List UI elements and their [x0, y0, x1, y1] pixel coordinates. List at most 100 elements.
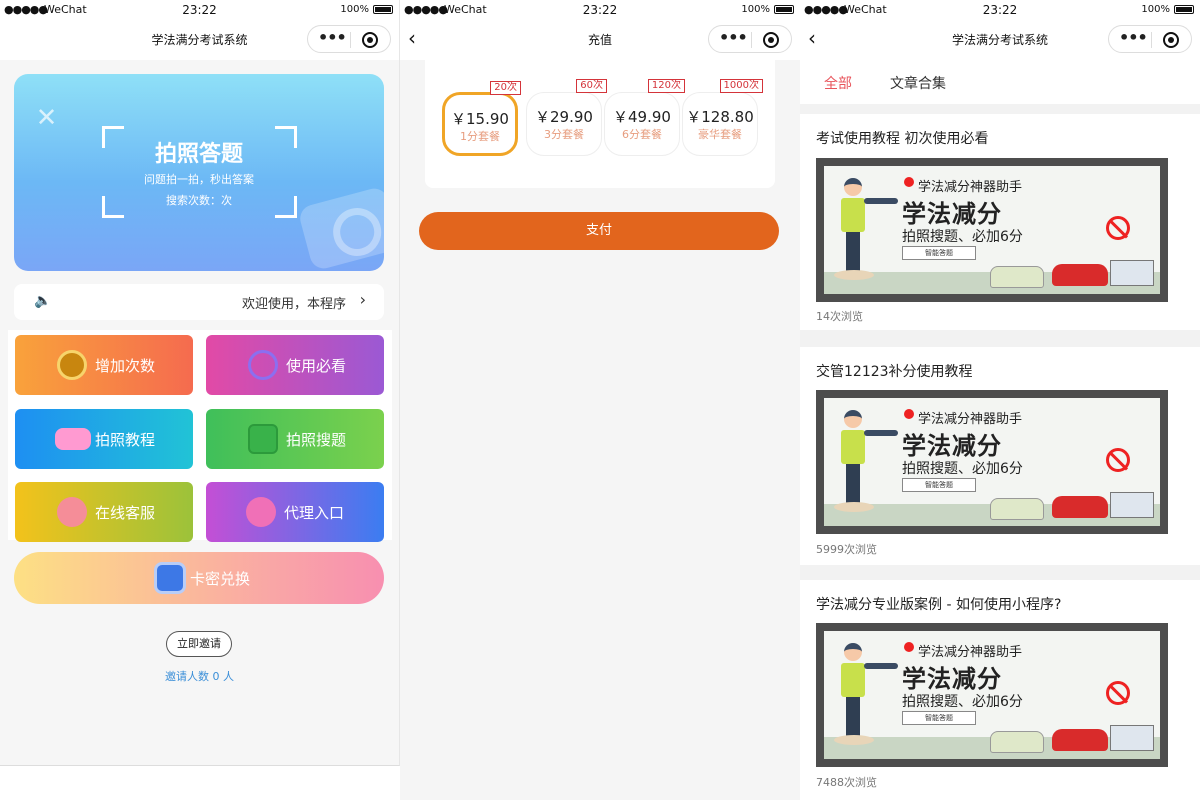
card-icon: [154, 562, 186, 594]
hero-title: 拍照答题: [154, 142, 243, 167]
banner-line3: 拍照搜题、必加6分: [902, 694, 1023, 710]
tile-label: 代理入口: [284, 504, 345, 522]
add-count-button[interactable]: 增加次数: [15, 335, 193, 395]
feature-grid: 增加次数 使用必看 拍照教程 拍照搜题 在线客服 代理入口: [8, 330, 392, 542]
police-arm: [864, 663, 898, 669]
traffic-police-icon: [834, 178, 874, 280]
status-bar: ●●●●● WeChat 23:22 100%: [0, 0, 399, 20]
battery-label: 100%: [1141, 4, 1170, 15]
banner-background: 学法减分神器助手 学法减分 拍照搜题、必加6分 智能答题: [824, 166, 1160, 294]
police-head: [844, 410, 862, 428]
more-icon[interactable]: •••: [719, 28, 748, 47]
nav-bar: ‹ 充值 •••: [400, 20, 800, 60]
banner-background: 学法减分神器助手 学法减分 拍照搜题、必加6分 智能答题: [824, 631, 1160, 759]
car-icon: [1052, 264, 1108, 286]
police-legs: [846, 697, 860, 737]
plus-decoration-icon: +: [25, 95, 68, 138]
article-card[interactable]: 交管12123补分使用教程 学法减分神器助手 学法减分 拍照搜题、必加6分 智能…: [800, 347, 1200, 565]
photo-answer-banner[interactable]: + 拍照答题 问题拍一拍，秒出答案 搜索次数：次: [14, 74, 384, 271]
photo-tutorial-button[interactable]: 拍照教程: [15, 409, 193, 469]
car-icon: [990, 498, 1044, 520]
package-option[interactable]: 1000次 ￥128.80 豪华套餐: [682, 79, 763, 156]
car-icon: [1052, 729, 1108, 751]
close-target-icon[interactable]: [1163, 32, 1179, 48]
article-banner-image: 学法减分神器助手 学法减分 拍照搜题、必加6分 智能答题: [816, 158, 1168, 302]
siren-icon: [904, 409, 914, 419]
invite-button[interactable]: 立即邀请: [166, 631, 232, 657]
redeem-label: 卡密兑换: [190, 570, 251, 588]
police-arm: [864, 198, 898, 204]
package-option[interactable]: 20次 ￥15.90 1分套餐: [442, 81, 521, 156]
article-card[interactable]: 考试使用教程 初次使用必看 学法减分神器助手 学法减分 拍照搜题、必加6分 智能…: [800, 114, 1200, 330]
battery-icon: [1174, 5, 1194, 14]
package-name: 3分套餐: [544, 128, 584, 141]
police-podium: [834, 270, 874, 280]
more-icon[interactable]: •••: [1119, 28, 1148, 47]
coin-icon: [57, 350, 87, 380]
photo-search-button[interactable]: 拍照搜题: [206, 409, 384, 469]
miniprogram-capsule: •••: [1108, 25, 1192, 53]
close-target-icon[interactable]: [763, 32, 779, 48]
no-phone-sign-icon: [1106, 681, 1130, 705]
car-icon: [55, 428, 91, 450]
police-podium: [834, 502, 874, 512]
agent-icon: [246, 497, 276, 527]
police-legs: [846, 464, 860, 504]
recharge-screen: ●●●●● WeChat 23:22 100% ‹ 充值 ••• 20次 ￥15…: [400, 0, 800, 800]
tab-all[interactable]: 全部: [824, 73, 852, 93]
articles-screen: ●●●●● WeChat 23:22 100% ‹ 学法满分考试系统 ••• 全…: [800, 0, 1200, 800]
article-views: 7488次浏览: [816, 776, 877, 789]
package-name: 6分套餐: [622, 128, 662, 141]
package-option[interactable]: 120次 ￥49.90 6分套餐: [604, 79, 685, 156]
truck-icon: [1110, 260, 1154, 286]
home-body: + 拍照答题 问题拍一拍，秒出答案 搜索次数：次 🔈 欢迎使用，本程序 › 增加…: [0, 60, 399, 765]
banner-button: 智能答题: [902, 478, 976, 492]
battery-label: 100%: [741, 4, 770, 15]
search-count: 搜索次数：次: [166, 194, 232, 207]
banner-line3: 拍照搜题、必加6分: [902, 461, 1023, 477]
traffic-police-icon: [834, 643, 874, 745]
pay-button[interactable]: 支付: [419, 212, 779, 250]
package-name: 1分套餐: [460, 130, 500, 143]
banner-line1: 学法减分神器助手: [918, 180, 1023, 195]
play-icon: [248, 350, 278, 380]
tile-label: 在线客服: [95, 504, 156, 522]
tile-label: 使用必看: [286, 357, 347, 375]
battery-icon: [774, 5, 794, 14]
banner-line2: 学法减分: [902, 432, 1002, 460]
close-target-icon[interactable]: [362, 32, 378, 48]
notice-text: 欢迎使用，本程序: [241, 297, 346, 312]
card-redeem-button[interactable]: 卡密兑换: [14, 552, 384, 604]
must-read-button[interactable]: 使用必看: [206, 335, 384, 395]
police-vest: [841, 663, 865, 697]
category-tabs: 全部 文章合集: [800, 60, 1200, 104]
package-option[interactable]: 60次 ￥29.90 3分套餐: [526, 79, 607, 156]
police-head: [844, 643, 862, 661]
capsule-divider: [1151, 32, 1152, 48]
banner-line3: 拍照搜题、必加6分: [902, 229, 1023, 245]
article-title: 学法减分专业版案例 - 如何使用小程序?: [816, 597, 1062, 613]
tab-articles[interactable]: 文章合集: [890, 73, 946, 93]
notice-bar[interactable]: 🔈 欢迎使用，本程序 ›: [14, 284, 384, 320]
more-icon[interactable]: •••: [318, 28, 347, 47]
service-icon: [57, 497, 87, 527]
agent-entry-button[interactable]: 代理入口: [206, 482, 384, 542]
article-title: 交管12123补分使用教程: [816, 364, 973, 380]
no-phone-sign-icon: [1106, 216, 1130, 240]
banner-line1: 学法减分神器助手: [918, 412, 1023, 427]
car-icon: [990, 266, 1044, 288]
truck-icon: [1110, 492, 1154, 518]
banner-background: 学法减分神器助手 学法减分 拍照搜题、必加6分 智能答题: [824, 398, 1160, 526]
chevron-right-icon: ›: [359, 290, 366, 309]
invite-count: 邀请人数 0 人: [165, 670, 234, 683]
article-views: 5999次浏览: [816, 543, 877, 556]
battery-icon: [373, 5, 393, 14]
status-bar: ●●●●● WeChat 23:22 100%: [400, 0, 800, 20]
package-name: 豪华套餐: [698, 128, 742, 141]
hero-subtitle: 问题拍一拍，秒出答案: [144, 173, 254, 186]
article-card[interactable]: 学法减分专业版案例 - 如何使用小程序? 学法减分神器助手 学法减分 拍照搜题、…: [800, 580, 1200, 800]
home-screen: ●●●●● WeChat 23:22 100% 学法满分考试系统 ••• + 拍…: [0, 0, 400, 766]
online-service-button[interactable]: 在线客服: [15, 482, 193, 542]
no-phone-sign-icon: [1106, 448, 1130, 472]
miniprogram-capsule: •••: [307, 25, 391, 53]
